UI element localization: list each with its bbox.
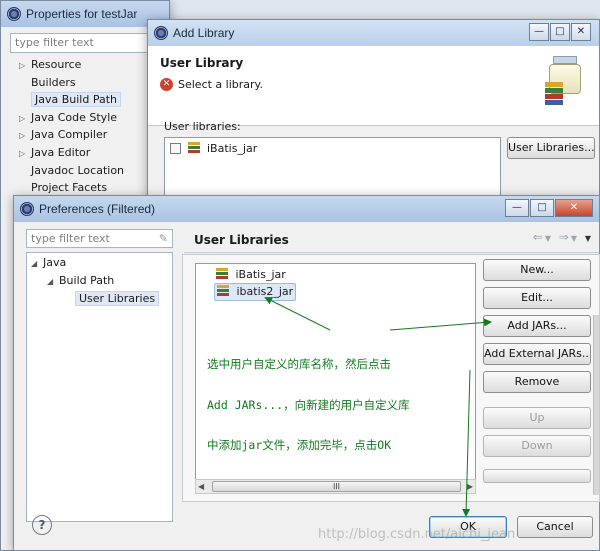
forward-icon[interactable]: ⇒ (559, 230, 571, 244)
error-icon: ✕ (160, 78, 173, 91)
collapse-icon[interactable]: ◢ (31, 256, 43, 272)
eclipse-icon (20, 202, 34, 216)
scroll-thumb[interactable]: III (212, 481, 461, 492)
tree-label-user-libraries: User Libraries (75, 291, 160, 306)
back-icon[interactable]: ⇐ (533, 230, 545, 244)
section-separator (184, 252, 599, 253)
tree-label: Java Build Path (31, 92, 122, 108)
add-external-jars-button[interactable]: Add External JARs... (483, 343, 591, 365)
add-library-window: Add Library — □ ✕ User Library ✕ Select … (147, 19, 600, 199)
library-label: iBatis_jar (235, 268, 286, 281)
minimize-button[interactable]: — (505, 199, 529, 217)
tree-item[interactable]: Project Facets (19, 180, 107, 196)
vertical-scrollbar[interactable] (593, 315, 599, 495)
add-library-title: Add Library (173, 26, 235, 40)
tree-label: Project Facets (31, 181, 108, 195)
help-label: ? (38, 518, 46, 532)
properties-titlebar: Properties for testJar (1, 1, 169, 27)
tree-item-user-libraries[interactable]: User Libraries (75, 291, 160, 307)
banner-title: User Library (160, 56, 244, 70)
scroll-left-icon[interactable]: ◀ (198, 480, 204, 493)
remove-button[interactable]: Remove (483, 371, 591, 393)
add-library-banner: User Library ✕ Select a library. (148, 46, 599, 126)
library-item-ibatis2[interactable]: ibatis2_jar (214, 283, 297, 301)
maximize-button[interactable]: □ (530, 199, 554, 217)
library-icon (217, 285, 231, 297)
down-button[interactable]: Down (483, 435, 591, 457)
tree-item-java[interactable]: ◢ Java (31, 255, 66, 272)
eclipse-icon (154, 26, 168, 40)
preferences-titlebar: Preferences (Filtered) — □ ✕ (14, 196, 599, 222)
preferences-title: Preferences (Filtered) (39, 202, 156, 216)
forward-menu-icon[interactable]: ▼ (571, 234, 579, 243)
user-libraries-label: User libraries: (164, 120, 241, 133)
collapse-icon[interactable]: ◢ (47, 274, 59, 290)
view-menu-icon[interactable]: ▼ (585, 234, 593, 243)
tree-item[interactable]: ▷ Resource (19, 57, 81, 74)
banner-message: Select a library. (178, 78, 263, 91)
add-library-list: iBatis_jar (164, 137, 501, 199)
expand-icon[interactable]: ▷ (19, 146, 31, 162)
tree-item[interactable]: ▷ Java Compiler (19, 127, 107, 144)
expand-icon[interactable]: ▷ (19, 58, 31, 74)
scroll-right-icon[interactable]: ▶ (467, 480, 473, 493)
tree-item[interactable]: ▷ Java Editor (19, 145, 90, 162)
minimize-button[interactable]: — (529, 23, 549, 41)
annotation-line: Add JARs...，向新建的用户自定义库 (207, 397, 410, 412)
annotation-line: 中添加jar文件，添加完毕，点击OK (207, 438, 392, 452)
add-library-titlebar: Add Library — □ ✕ (148, 20, 599, 46)
tree-item[interactable]: ▷ Java Code Style (19, 110, 117, 127)
preferences-tree: ◢ Java ◢ Build Path User Libraries (26, 252, 173, 522)
annotation-text: 选中用户自定义的库名称，然后点击 Add JARs...，向新建的用户自定义库 … (207, 331, 410, 466)
tree-label: Java Compiler (31, 128, 108, 142)
tree-label-java: Java (43, 256, 67, 269)
library-item-ibatis[interactable]: iBatis_jar (216, 267, 286, 283)
expand-icon[interactable]: ▷ (19, 128, 31, 144)
properties-filter-input[interactable]: type filter text (10, 33, 160, 53)
section-title: User Libraries (194, 233, 289, 247)
tree-label: Java Code Style (31, 110, 118, 124)
close-button[interactable]: ✕ (571, 23, 591, 41)
eclipse-icon (7, 7, 21, 21)
tree-label: Builders (31, 75, 76, 89)
watermark: http://blog.csdn.net/aichi_jean (318, 527, 516, 542)
filter-placeholder: type filter text (31, 232, 110, 245)
edit-button[interactable]: Edit... (483, 287, 591, 309)
annotation-line: 选中用户自定义的库名称，然后点击 (207, 357, 391, 371)
tree-label: Resource (31, 58, 82, 71)
library-wizard-icon (545, 56, 585, 106)
library-label: iBatis_jar (207, 142, 258, 155)
library-icon (187, 142, 202, 154)
up-button[interactable]: Up (483, 407, 591, 429)
tree-label-build-path: Build Path (59, 274, 115, 287)
user-libraries-button[interactable]: User Libraries... (507, 137, 595, 159)
history-nav: ⇐▼ ⇒▼ ▼ (533, 230, 593, 244)
back-menu-icon[interactable]: ▼ (545, 234, 553, 243)
preferences-filter-input[interactable]: type filter text ✎ (26, 229, 173, 248)
horizontal-scrollbar[interactable]: ◀ III ▶ (195, 479, 476, 494)
properties-title: Properties for testJar (26, 7, 138, 21)
library-icon (216, 268, 230, 280)
tree-label: Javadoc Location (31, 163, 125, 177)
help-icon[interactable]: ? (32, 515, 52, 535)
close-button[interactable]: ✕ (555, 199, 593, 217)
tree-item[interactable]: Javadoc Location (19, 163, 124, 179)
tree-item-build-path[interactable]: ◢ Build Path (47, 273, 114, 290)
new-button[interactable]: New... (483, 259, 591, 281)
scroll-grip: III (332, 482, 341, 491)
add-jars-button[interactable]: Add JARs... (483, 315, 591, 337)
clear-filter-icon[interactable]: ✎ (159, 232, 168, 246)
library-label: ibatis2_jar (236, 285, 294, 298)
library-item[interactable]: iBatis_jar (170, 142, 257, 156)
cancel-button[interactable]: Cancel (517, 516, 593, 538)
tree-label: Java Editor (31, 146, 91, 159)
tree-item[interactable]: Java Build Path (19, 92, 122, 108)
library-checkbox[interactable] (170, 143, 181, 154)
maximize-button[interactable]: □ (550, 23, 570, 41)
expand-icon[interactable]: ▷ (19, 111, 31, 127)
more-button[interactable] (483, 469, 591, 483)
tree-item[interactable]: Builders (19, 75, 76, 91)
